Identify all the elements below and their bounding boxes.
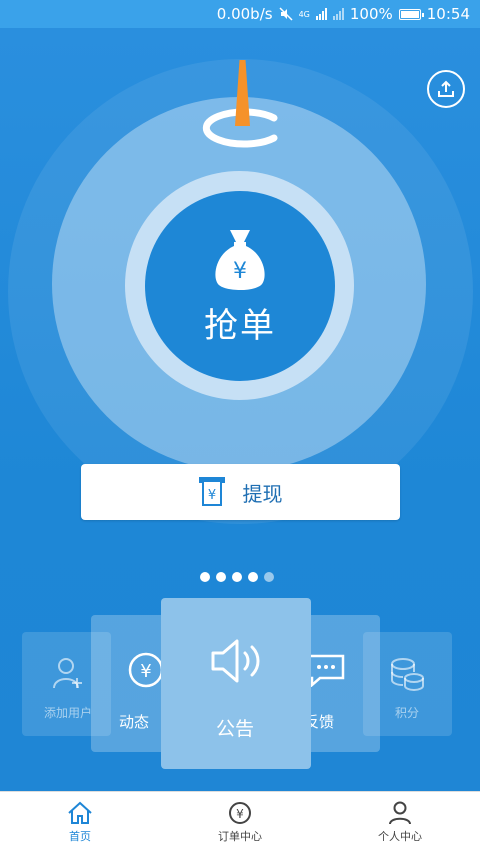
tab-label: 个人中心: [378, 830, 422, 843]
add-user-icon: [53, 658, 82, 689]
home-icon: [68, 801, 92, 824]
coin-stack-icon: [391, 658, 424, 692]
pager-dot[interactable]: [216, 572, 226, 582]
chat-bubble-icon: [307, 654, 345, 687]
carousel-label: 公告: [216, 718, 255, 740]
svg-text:¥: ¥: [207, 488, 215, 503]
home-main: ¥ 抢单 ¥ 提现 添加用户 ¥ 动态 反馈 积分 公告: [0, 28, 480, 791]
carousel-label: 动态: [119, 713, 150, 731]
signal-icon: [315, 8, 327, 20]
mute-icon: [279, 7, 293, 21]
pager-dots: [200, 572, 274, 582]
network-speed: 0.00b/s: [216, 5, 273, 23]
signal-icon-2: [332, 8, 344, 20]
tab-profile[interactable]: 个人中心: [320, 792, 480, 853]
battery-percent: 100%: [349, 5, 393, 23]
money-bag-icon: ¥: [215, 229, 265, 290]
grab-order-label: 抢单: [204, 305, 276, 346]
share-button[interactable]: [427, 70, 465, 108]
status-bar: 0.00b/s 4G 100% 10:54: [0, 0, 480, 28]
speaker-icon: [211, 639, 260, 683]
pager-dot-active[interactable]: [248, 572, 258, 582]
carousel-label: 积分: [395, 706, 420, 720]
tab-home[interactable]: 首页: [0, 792, 160, 853]
clock: 10:54: [426, 5, 470, 23]
svg-text:¥: ¥: [140, 661, 151, 682]
bottom-tab-bar: 首页 ¥ 订单中心 个人中心: [0, 791, 480, 853]
battery-icon: [398, 8, 424, 20]
upload-icon: [438, 80, 454, 97]
tab-label: 首页: [69, 830, 91, 843]
tab-label: 订单中心: [218, 830, 262, 843]
grab-order-button[interactable]: ¥ 抢单: [145, 191, 335, 381]
person-icon: [389, 801, 411, 825]
withdraw-button[interactable]: ¥ 提现: [81, 464, 400, 520]
yen-circle-icon: ¥: [128, 652, 164, 688]
carousel-label: 添加用户: [44, 706, 93, 720]
pager-dot[interactable]: [200, 572, 210, 582]
order-icon: ¥: [229, 802, 251, 824]
atm-icon: ¥: [198, 477, 225, 506]
network-type: 4G: [298, 9, 310, 19]
carousel-card-announcement[interactable]: 公告: [161, 598, 311, 769]
pager-dot[interactable]: [232, 572, 242, 582]
svg-text:¥: ¥: [233, 259, 247, 284]
withdraw-label: 提现: [242, 481, 283, 506]
svg-text:¥: ¥: [236, 807, 244, 821]
carousel-card-points[interactable]: 积分: [363, 632, 452, 736]
pager-dot[interactable]: [264, 572, 274, 582]
tab-orders[interactable]: ¥ 订单中心: [160, 792, 320, 853]
